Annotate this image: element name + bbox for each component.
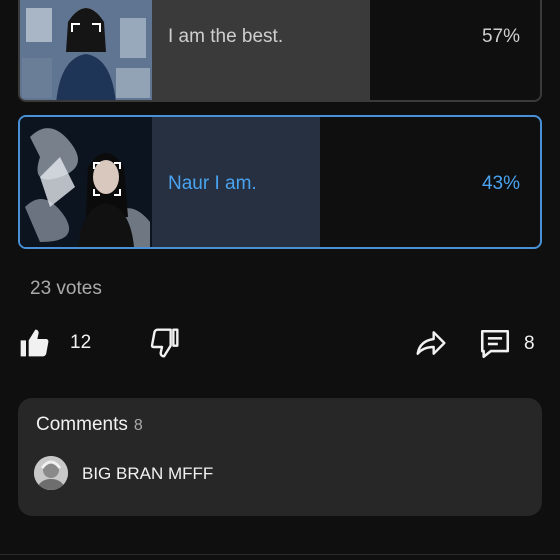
poll-option-1-image (20, 0, 152, 100)
avatar[interactable] (34, 456, 68, 490)
like-count: 12 (70, 332, 92, 353)
comments-header: Comments 8 (36, 414, 143, 436)
divider (0, 554, 560, 555)
poll-option-1-label: I am the best. (168, 26, 284, 47)
like-button[interactable]: 12 (18, 327, 91, 359)
poll-option-1[interactable]: I am the best. 57% (18, 0, 542, 102)
vote-count: 23 votes (30, 278, 102, 299)
poll-option-2-label: Naur I am. (168, 173, 257, 194)
comments-section[interactable]: Comments 8 BIG BRAN MFFF (18, 398, 542, 516)
thumbs-up-icon (18, 327, 50, 359)
comment-preview-text: BIG BRAN MFFF (82, 464, 214, 483)
dislike-button[interactable] (148, 327, 180, 359)
comments-title: Comments (36, 414, 128, 435)
share-arrow-icon (414, 327, 448, 359)
poll-option-2-image (20, 117, 152, 247)
poll-option-2-percent: 43% (481, 173, 520, 194)
poll-option-2[interactable]: Naur I am. 43% (18, 115, 542, 249)
comments-header-count: 8 (133, 417, 143, 434)
poll-option-1-percent: 57% (481, 26, 520, 47)
comment-count: 8 (524, 333, 535, 354)
comments-button[interactable]: 8 (478, 327, 535, 361)
comment-icon (478, 327, 512, 361)
thumbs-down-icon (148, 327, 180, 359)
share-button[interactable] (414, 327, 448, 359)
